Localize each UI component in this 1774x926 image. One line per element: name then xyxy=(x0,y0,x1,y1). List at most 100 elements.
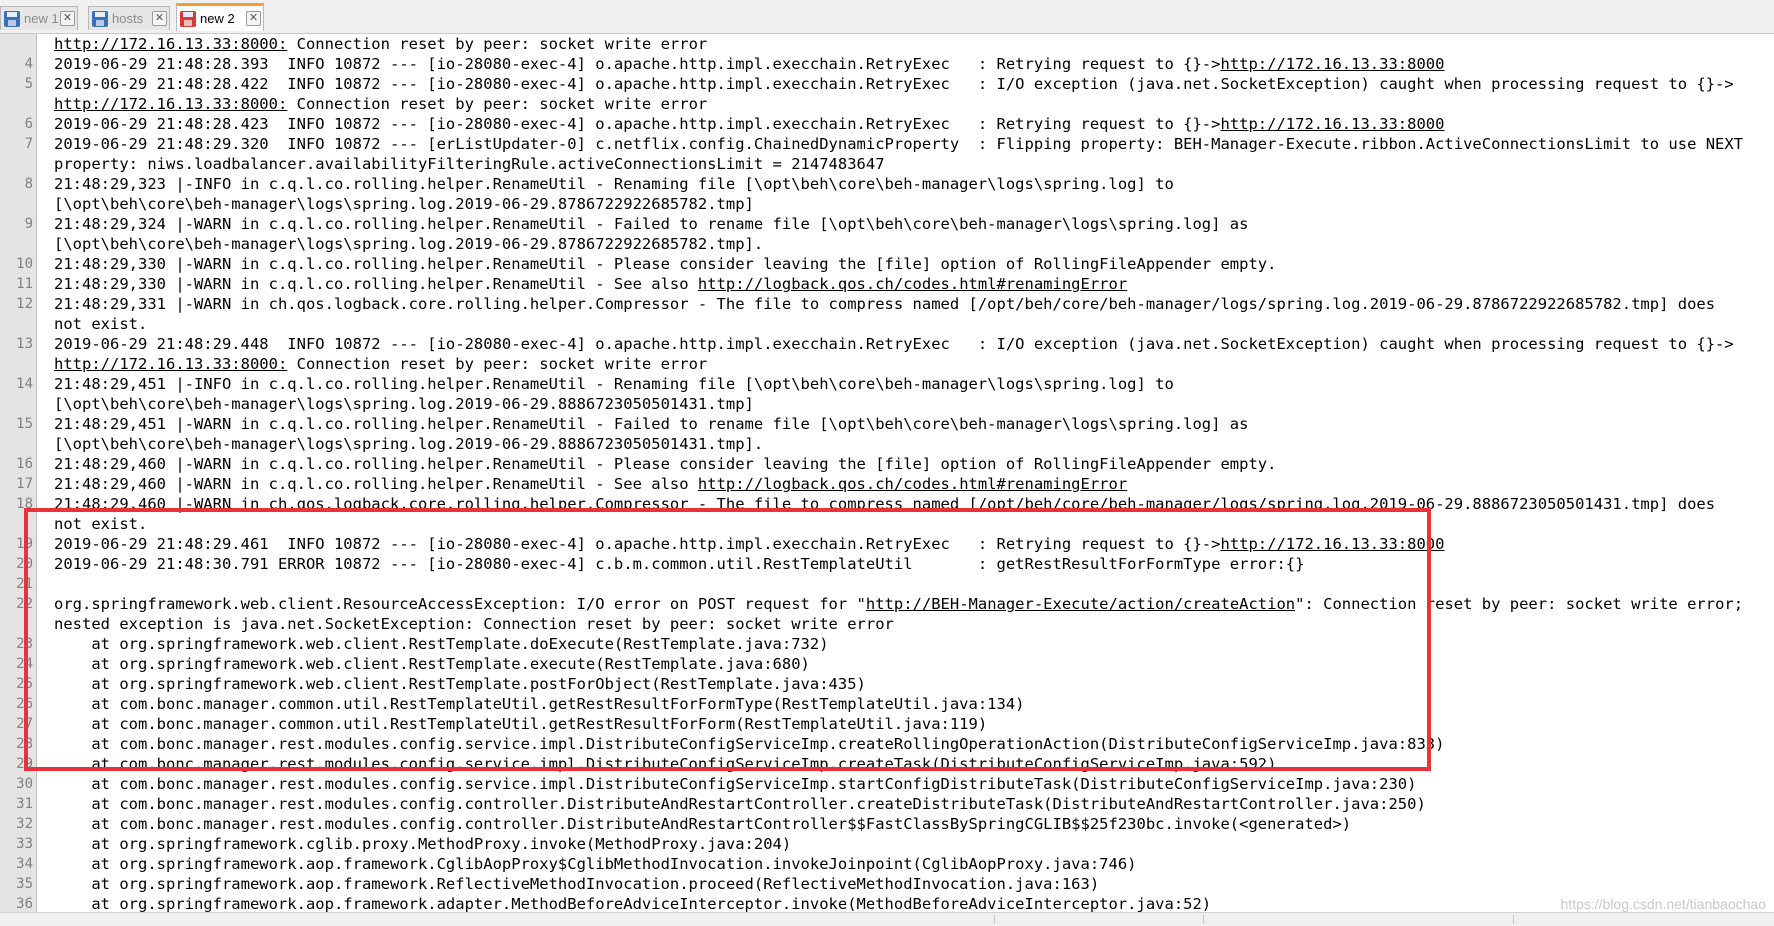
line-text: at org.springframework.aop.framework.Ref… xyxy=(54,874,1099,894)
editor-line[interactable]: 22 org.springframework.web.client.Resourc… xyxy=(0,594,1774,614)
watermark: https://blog.csdn.net/tianbaochao xyxy=(1560,896,1766,912)
editor-line[interactable]: 24 at org.springframework.web.client.Res… xyxy=(0,654,1774,674)
editor-line[interactable]: 13 2019-06-29 21:48:29.448 INFO 10872 ---… xyxy=(0,334,1774,354)
editor-line[interactable]: 16 21:48:29,460 |-WARN in c.q.l.co.rollin… xyxy=(0,454,1774,474)
log-link[interactable]: http://logback.qos.ch/codes.html#renamin… xyxy=(698,275,1127,293)
line-number: 20 xyxy=(16,556,33,572)
editor-line[interactable]: 20 2019-06-29 21:48:30.791 ERROR 10872 --… xyxy=(0,554,1774,574)
log-link[interactable]: http://172.16.13.33:8000: xyxy=(54,35,287,53)
log-link[interactable]: http://172.16.13.33:8000: xyxy=(54,355,287,373)
editor-line[interactable]: [\opt\beh\core\beh-manager\logs\spring.l… xyxy=(0,234,1774,254)
tab-label: hosts xyxy=(112,11,144,26)
line-text: at com.bonc.manager.rest.modules.config.… xyxy=(54,774,1416,794)
line-number: 14 xyxy=(16,376,33,392)
editor-line[interactable]: 12 21:48:29,331 |-WARN in ch.qos.logback.… xyxy=(0,294,1774,314)
close-icon[interactable]: ✕ xyxy=(152,11,167,26)
editor-line[interactable]: nested exception is java.net.SocketExcep… xyxy=(0,614,1774,634)
editor-line[interactable]: 9 21:48:29,324 |-WARN in c.q.l.co.rolling… xyxy=(0,214,1774,234)
editor-line[interactable]: not exist. xyxy=(0,514,1774,534)
line-text: not exist. xyxy=(54,314,147,334)
log-link[interactable]: http://172.16.13.33:8000 xyxy=(1220,55,1444,73)
text-segment: 21:48:29,331 |-WARN in ch.qos.logback.co… xyxy=(54,295,1716,313)
scrollbar-tick xyxy=(1513,915,1514,924)
text-segment: at com.bonc.manager.rest.modules.config.… xyxy=(54,735,1445,753)
line-text: at com.bonc.manager.common.util.RestTemp… xyxy=(54,714,987,734)
editor-line[interactable]: 30 at com.bonc.manager.rest.modules.conf… xyxy=(0,774,1774,794)
text-segment: 2019-06-29 21:48:28.422 INFO 10872 --- [… xyxy=(54,75,1734,93)
line-number: 17 xyxy=(16,476,33,492)
log-link[interactable]: http://172.16.13.33:8000 xyxy=(1220,115,1444,133)
text-segment: Connection reset by peer: socket write e… xyxy=(287,35,708,53)
editor-line[interactable]: 4 2019-06-29 21:48:28.393 INFO 10872 --- … xyxy=(0,54,1774,74)
editor-line[interactable]: 17 21:48:29,460 |-WARN in c.q.l.co.rollin… xyxy=(0,474,1774,494)
log-link[interactable]: http://logback.qos.ch/codes.html#renamin… xyxy=(698,475,1127,493)
log-link[interactable]: http://BEH-Manager-Execute/action/create… xyxy=(866,595,1295,613)
editor-line[interactable]: not exist. xyxy=(0,314,1774,334)
editor-line[interactable]: 35 at org.springframework.aop.framework.… xyxy=(0,874,1774,894)
text-segment: 21:48:29,323 |-INFO in c.q.l.co.rolling.… xyxy=(54,175,1174,193)
tab-new-1[interactable]: new 1 ✕ xyxy=(0,6,78,30)
editor-line[interactable]: 11 21:48:29,330 |-WARN in c.q.l.co.rollin… xyxy=(0,274,1774,294)
editor-line[interactable]: 8 21:48:29,323 |-INFO in c.q.l.co.rolling… xyxy=(0,174,1774,194)
editor-line[interactable]: 32 at com.bonc.manager.rest.modules.conf… xyxy=(0,814,1774,834)
close-icon[interactable]: ✕ xyxy=(246,11,261,26)
editor-line[interactable]: 28 at com.bonc.manager.rest.modules.conf… xyxy=(0,734,1774,754)
text-segment: 21:48:29,330 |-WARN in c.q.l.co.rolling.… xyxy=(54,275,698,293)
editor-line[interactable]: 21 xyxy=(0,574,1774,594)
editor-line[interactable]: 14 21:48:29,451 |-INFO in c.q.l.co.rollin… xyxy=(0,374,1774,394)
line-number: 12 xyxy=(16,296,33,312)
horizontal-scrollbar[interactable] xyxy=(0,912,1774,926)
editor-line[interactable]: 6 2019-06-29 21:48:28.423 INFO 10872 --- … xyxy=(0,114,1774,134)
log-link[interactable]: http://172.16.13.33:8000: xyxy=(54,95,287,113)
tab-hosts[interactable]: hosts ✕ xyxy=(88,6,170,30)
log-link[interactable]: http://172.16.13.33:8000 xyxy=(1220,535,1444,553)
line-text: 2019-06-29 21:48:28.422 INFO 10872 --- [… xyxy=(54,74,1734,94)
text-editor[interactable]: http://172.16.13.33:8000: Connection res… xyxy=(0,34,1774,912)
line-text: 21:48:29,460 |-WARN in ch.qos.logback.co… xyxy=(54,494,1715,514)
line-text: 21:48:29,324 |-WARN in c.q.l.co.rolling.… xyxy=(54,214,1248,234)
line-text: at org.springframework.aop.framework.Cgl… xyxy=(54,854,1137,874)
editor-line[interactable]: 10 21:48:29,330 |-WARN in c.q.l.co.rollin… xyxy=(0,254,1774,274)
line-text: nested exception is java.net.SocketExcep… xyxy=(54,614,894,634)
editor-line[interactable]: 25 at org.springframework.web.client.Res… xyxy=(0,674,1774,694)
line-text: at com.bonc.manager.rest.modules.config.… xyxy=(54,794,1426,814)
editor-line[interactable]: 34 at org.springframework.aop.framework.… xyxy=(0,854,1774,874)
editor-line[interactable]: 5 2019-06-29 21:48:28.422 INFO 10872 --- … xyxy=(0,74,1774,94)
editor-line[interactable]: 19 2019-06-29 21:48:29.461 INFO 10872 ---… xyxy=(0,534,1774,554)
editor-line[interactable]: property: niws.loadbalancer.availability… xyxy=(0,154,1774,174)
text-segment: 21:48:29,460 |-WARN in ch.qos.logback.co… xyxy=(54,495,1716,513)
editor-line[interactable]: 31 at com.bonc.manager.rest.modules.conf… xyxy=(0,794,1774,814)
line-number: 33 xyxy=(16,836,33,852)
editor-line[interactable]: http://172.16.13.33:8000: Connection res… xyxy=(0,354,1774,374)
line-number: 18 xyxy=(16,496,33,512)
editor-line[interactable]: 27 at com.bonc.manager.common.util.RestT… xyxy=(0,714,1774,734)
line-number: 28 xyxy=(16,736,33,752)
tab-new-2[interactable]: new 2 ✕ xyxy=(176,3,264,31)
line-text: http://172.16.13.33:8000: Connection res… xyxy=(54,34,707,54)
line-number: 24 xyxy=(16,656,33,672)
close-icon[interactable]: ✕ xyxy=(60,11,75,26)
text-segment: at com.bonc.manager.rest.modules.config.… xyxy=(54,775,1417,793)
text-segment: at com.bonc.manager.rest.modules.config.… xyxy=(54,795,1426,813)
editor-line[interactable]: 7 2019-06-29 21:48:29.320 INFO 10872 --- … xyxy=(0,134,1774,154)
editor-line[interactable]: [\opt\beh\core\beh-manager\logs\spring.l… xyxy=(0,434,1774,454)
editor-line[interactable]: http://172.16.13.33:8000: Connection res… xyxy=(0,34,1774,54)
line-number: 11 xyxy=(16,276,33,292)
editor-line[interactable]: 33 at org.springframework.cglib.proxy.Me… xyxy=(0,834,1774,854)
editor-line[interactable]: [\opt\beh\core\beh-manager\logs\spring.l… xyxy=(0,394,1774,414)
line-text: 2019-06-29 21:48:28.393 INFO 10872 --- [… xyxy=(54,54,1444,74)
editor-line[interactable]: 18 21:48:29,460 |-WARN in ch.qos.logback.… xyxy=(0,494,1774,514)
editor-line[interactable]: http://172.16.13.33:8000: Connection res… xyxy=(0,94,1774,114)
editor-line[interactable]: [\opt\beh\core\beh-manager\logs\spring.l… xyxy=(0,194,1774,214)
line-number: 6 xyxy=(24,116,33,132)
line-number: 25 xyxy=(16,676,33,692)
editor-line[interactable]: 15 21:48:29,451 |-WARN in c.q.l.co.rollin… xyxy=(0,414,1774,434)
line-number: 26 xyxy=(16,696,33,712)
editor-line[interactable]: 36 at org.springframework.aop.framework.… xyxy=(0,894,1774,912)
editor-line[interactable]: 23 at org.springframework.web.client.Res… xyxy=(0,634,1774,654)
line-number: 34 xyxy=(16,856,33,872)
line-text: 2019-06-29 21:48:30.791 ERROR 10872 --- … xyxy=(54,554,1304,574)
editor-line[interactable]: 26 at com.bonc.manager.common.util.RestT… xyxy=(0,694,1774,714)
editor-line[interactable]: 29 at com.bonc.manager.rest.modules.conf… xyxy=(0,754,1774,774)
text-segment: at org.springframework.aop.framework.Cgl… xyxy=(54,855,1137,873)
